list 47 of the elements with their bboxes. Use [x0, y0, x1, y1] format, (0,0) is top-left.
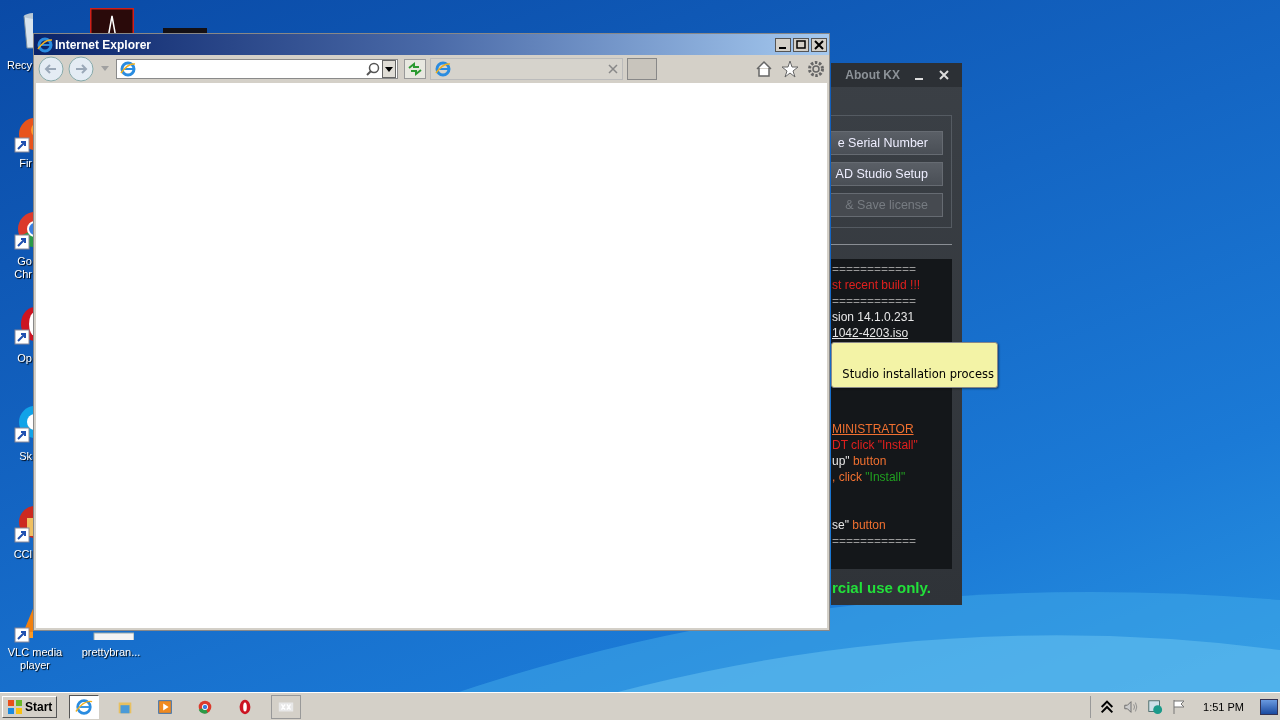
icon-label[interactable]: prettybran... [74, 646, 148, 659]
icon-label[interactable]: CCl [0, 548, 32, 561]
console-line: st recent build !!! [831, 277, 922, 293]
console-line: se" button [831, 517, 887, 533]
taskbar-button[interactable] [69, 694, 100, 719]
console-line: ============ [831, 533, 918, 549]
icon-label[interactable]: VLC media player [4, 646, 66, 672]
console-line: 1042-4203.iso [831, 325, 910, 341]
windows-logo-icon [7, 698, 23, 715]
icon-label[interactable]: Op [0, 352, 32, 365]
show-desktop-button[interactable] [1260, 698, 1278, 715]
play-icon [156, 697, 175, 716]
network-icon[interactable] [1147, 698, 1164, 715]
icon-label[interactable]: Go Chr [0, 255, 32, 281]
page-icon [435, 61, 451, 77]
star-icon[interactable] [781, 60, 799, 78]
icon-label[interactable]: Fir [0, 157, 32, 170]
console-line: DT click "Install" [831, 437, 919, 453]
browser-logo-icon [37, 36, 53, 53]
search-icon[interactable] [366, 62, 380, 76]
console-line: sion 14.1.0.231 [831, 309, 916, 325]
start-button[interactable]: Start [2, 695, 58, 718]
action-button[interactable]: e Serial Number [831, 131, 943, 155]
footer-text: rcial use only. [831, 579, 932, 596]
minimize-button[interactable] [775, 37, 791, 52]
home-icon[interactable] [755, 60, 773, 78]
console-line: , click "Install" [831, 469, 907, 485]
console-line: ============ [831, 293, 918, 309]
chevron-icon[interactable] [1099, 698, 1116, 715]
address-field[interactable] [116, 59, 398, 79]
close-button[interactable] [811, 37, 827, 52]
window-title: About KX [845, 68, 900, 82]
action-button[interactable]: AD Studio Setup [831, 162, 943, 186]
icon-label[interactable]: Sk [0, 450, 32, 463]
browser-icon [75, 697, 94, 716]
icon-label[interactable]: Recy [0, 59, 32, 72]
window-title: Internet Explorer [55, 37, 152, 52]
maximize-button[interactable] [793, 37, 809, 52]
refresh-button[interactable] [404, 59, 426, 79]
settings-icon[interactable] [807, 60, 825, 78]
tooltip: Studio installation process [831, 342, 998, 388]
dropdown-button[interactable] [382, 60, 396, 78]
page-icon [120, 61, 136, 77]
console-line: up" button [831, 453, 888, 469]
clock[interactable]: 1:51 PM [1203, 700, 1244, 713]
console-line: ============ [831, 261, 918, 277]
console-line: MINISTRATOR [831, 421, 915, 437]
